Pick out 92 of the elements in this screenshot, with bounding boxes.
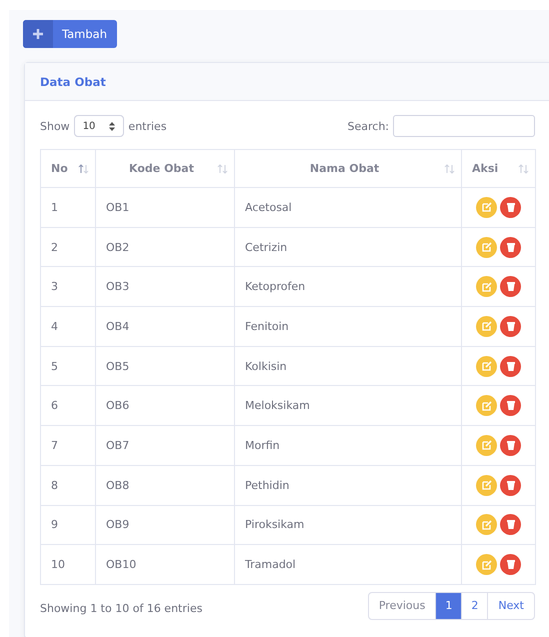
- sort-icon: [518, 164, 529, 174]
- delete-button[interactable]: [500, 236, 521, 258]
- table-cell: OB7: [96, 426, 234, 466]
- table-cell: Piroksikam: [234, 505, 462, 545]
- sort-icon: [444, 164, 455, 174]
- trash-icon: [506, 320, 516, 332]
- edit-button[interactable]: [476, 196, 497, 218]
- column-header[interactable]: Aksi: [462, 150, 536, 188]
- edit-button[interactable]: [476, 434, 497, 456]
- plus-icon: [32, 28, 44, 40]
- edit-button[interactable]: [476, 316, 497, 337]
- trash-icon: [506, 281, 516, 292]
- entries-info: Showing 1 to 10 of 16 entries: [40, 602, 202, 616]
- table-cell: Pethidin: [234, 465, 462, 505]
- edit-icon: [482, 400, 492, 411]
- edit-button[interactable]: [476, 554, 497, 576]
- table-cell: OB5: [96, 346, 234, 386]
- edit-icon: [482, 242, 492, 252]
- entries-select[interactable]: 10: [74, 115, 124, 137]
- edit-button[interactable]: [476, 514, 497, 536]
- edit-button[interactable]: [476, 236, 497, 258]
- table-cell: 10: [40, 544, 96, 584]
- table-cell: OB3: [96, 266, 234, 307]
- edit-icon: [482, 520, 492, 530]
- delete-button[interactable]: [500, 514, 521, 536]
- delete-button[interactable]: [500, 196, 521, 218]
- trash-icon: [506, 559, 516, 570]
- table-cell: OB10: [96, 544, 234, 584]
- table-cell: 6: [40, 386, 96, 426]
- edit-button[interactable]: [476, 395, 497, 416]
- table-cell: Acetosal: [234, 188, 462, 228]
- table-cell: Tramadol: [234, 544, 462, 584]
- table-cell: 8: [40, 465, 96, 505]
- table-cell: 9: [40, 505, 96, 545]
- card-title: Data Obat: [40, 74, 106, 88]
- table-cell: OB9: [96, 505, 234, 545]
- table-cell: 7: [40, 426, 96, 466]
- sort-icon: [78, 164, 89, 174]
- edit-icon: [482, 361, 492, 372]
- edit-icon: [482, 560, 492, 570]
- sort-icon: [217, 164, 228, 174]
- column-header[interactable]: Kode Obat: [96, 150, 234, 188]
- delete-button[interactable]: [500, 276, 521, 298]
- table-cell: OB4: [96, 306, 234, 346]
- table-cell: Cetrizin: [234, 227, 462, 267]
- column-header[interactable]: No: [40, 150, 96, 188]
- table-cell: Ketoprofen: [234, 266, 462, 307]
- edit-button[interactable]: [476, 276, 497, 298]
- trash-icon: [506, 440, 516, 451]
- table-cell: 4: [40, 306, 96, 346]
- column-header[interactable]: Nama Obat: [234, 150, 462, 188]
- edit-button[interactable]: [476, 474, 497, 496]
- show-label: Show: [40, 120, 70, 132]
- delete-button[interactable]: [500, 316, 521, 337]
- trash-icon: [506, 400, 516, 412]
- table-cell: Morfin: [234, 426, 462, 466]
- trash-icon: [506, 480, 516, 491]
- table-cell: OB2: [96, 227, 234, 267]
- add-button[interactable]: Tambah: [23, 20, 118, 48]
- trash-icon: [506, 202, 516, 213]
- edit-icon: [482, 440, 492, 450]
- delete-button[interactable]: [500, 356, 521, 377]
- trash-icon: [506, 519, 516, 530]
- table-cell: 5: [40, 346, 96, 386]
- table-cell: Meloksikam: [234, 386, 462, 426]
- table-cell: OB1: [96, 188, 234, 228]
- delete-button[interactable]: [500, 554, 521, 576]
- table-cell: OB8: [96, 465, 234, 505]
- table-cell: 2: [40, 227, 96, 267]
- search-label: Search:: [348, 120, 389, 132]
- trash-icon: [506, 360, 516, 372]
- edit-button[interactable]: [476, 356, 497, 377]
- entries-label: entries: [128, 120, 167, 132]
- pagination-link[interactable]: Previous: [368, 592, 436, 619]
- edit-icon: [482, 202, 492, 212]
- delete-button[interactable]: [500, 395, 521, 416]
- edit-icon: [482, 321, 492, 332]
- table-cell: OB6: [96, 386, 234, 426]
- delete-button[interactable]: [500, 474, 521, 496]
- pagination-link[interactable]: Next: [487, 592, 534, 619]
- sort-caret-icon: [109, 122, 116, 130]
- page-button[interactable]: 2: [461, 592, 488, 619]
- edit-icon: [482, 480, 492, 490]
- edit-icon: [482, 282, 492, 292]
- table-cell: Fenitoin: [234, 306, 462, 346]
- table-cell: Kolkisin: [234, 346, 462, 386]
- table-cell: 1: [40, 188, 96, 228]
- trash-icon: [506, 242, 516, 253]
- search-field[interactable]: [393, 115, 535, 137]
- table-cell: 3: [40, 266, 96, 307]
- delete-button[interactable]: [500, 434, 521, 456]
- page-button[interactable]: 1: [435, 592, 462, 619]
